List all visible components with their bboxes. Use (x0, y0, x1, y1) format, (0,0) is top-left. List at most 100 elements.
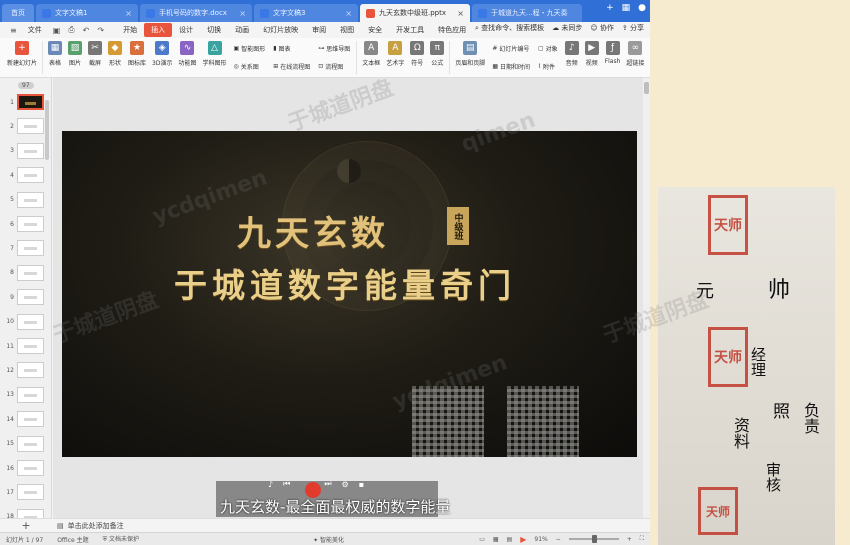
zoom-in-button[interactable]: + (627, 536, 632, 543)
menu-design[interactable]: 设计 (172, 23, 200, 37)
table-button[interactable]: ▦ 表格 (45, 38, 65, 77)
theme-name[interactable]: Office 主题 (57, 535, 88, 544)
zoom-out-button[interactable]: − (556, 536, 561, 543)
previous-icon[interactable]: ⏮ (283, 479, 290, 489)
slide-thumbnail[interactable]: 11 (4, 336, 48, 356)
menu-animation[interactable]: 动画 (228, 23, 256, 37)
subject-chart-button[interactable]: △ 学科图形 (200, 38, 230, 77)
grid-icon[interactable]: ▦ (622, 3, 631, 13)
new-slide-button[interactable]: + 新建幻灯片 (4, 38, 40, 77)
music-icon[interactable]: ♪ (268, 480, 273, 489)
close-icon[interactable]: × (345, 9, 352, 18)
mind-map-button[interactable]: ⊶ 思维导图 (318, 44, 350, 53)
function-chart-button[interactable]: ∿ 功能图 (175, 38, 199, 77)
next-icon[interactable]: ⏭ (324, 479, 331, 489)
hyperlink-button[interactable]: ∞ 超链接 (623, 38, 647, 77)
zoom-knob[interactable] (592, 535, 598, 543)
slide-thumbnail[interactable]: 17 (4, 482, 48, 502)
slide-thumbnail[interactable]: 18 (4, 507, 48, 518)
slide-thumbnail[interactable]: 14 (4, 409, 48, 429)
picture-button[interactable]: ▨ 图片 (65, 38, 85, 77)
lock-icon[interactable]: ▪ (359, 480, 364, 489)
share-button[interactable]: ⇪ 分享 (622, 23, 644, 33)
redo-icon[interactable]: ↷ (93, 26, 108, 35)
flowchart-button[interactable]: ⊡ 流程图 (318, 62, 350, 71)
slide-canvas[interactable]: 九天玄数 中级班 于城道数字能量奇门 (53, 78, 643, 518)
zoom-slider[interactable] (568, 535, 619, 543)
protect-status[interactable]: ⛨ 文档未保护 (103, 534, 139, 544)
menu-review[interactable]: 审阅 (305, 23, 333, 37)
slide-title[interactable]: 九天玄数 (237, 206, 389, 255)
menu-insert[interactable]: 插入 (144, 23, 173, 37)
search-command[interactable]: ⌕ 查找命令、搜索模板 (475, 23, 544, 33)
formula-button[interactable]: π 公式 (427, 38, 447, 77)
slide-thumbnail[interactable]: 15 (4, 434, 48, 454)
audio-button[interactable]: ♪ 音频 (562, 38, 582, 77)
slide-thumbnail[interactable]: 2 (4, 116, 48, 136)
tab-doc-3[interactable]: 文字文稿3 × (254, 4, 358, 22)
save-icon[interactable]: ▣ (49, 26, 65, 35)
settings-icon[interactable]: ⚙ (342, 480, 349, 489)
close-icon[interactable]: × (125, 9, 132, 18)
reading-view-icon[interactable]: ▤ (507, 536, 513, 543)
normal-view-icon[interactable]: ▭ (479, 536, 485, 543)
close-icon[interactable]: × (457, 9, 464, 18)
video-button[interactable]: ▶ 视频 (582, 38, 602, 77)
slide-subtitle[interactable]: 于城道数字能量奇门 (174, 259, 516, 307)
play-button[interactable]: ▶ (520, 535, 526, 544)
tab-doc-5[interactable]: 于城道九天...程・九天奏 (472, 4, 582, 22)
print-icon[interactable]: ⎙ (64, 25, 78, 35)
slide-thumbnail[interactable]: 4 (4, 165, 48, 185)
chart-button[interactable]: ▮ 图表 (273, 44, 310, 53)
slide-badge[interactable]: 中级班 (447, 207, 469, 245)
icon-library-button[interactable]: ★ 图标库 (125, 38, 149, 77)
avatar[interactable]: ● (638, 3, 646, 13)
sync-status[interactable]: ☁ 未同步 (552, 23, 582, 33)
slide-thumbnail[interactable]: 16 (4, 458, 48, 478)
shape-button[interactable]: ◆ 形状 (105, 38, 125, 77)
add-tab-icon[interactable]: + (606, 3, 614, 13)
online-flow-button[interactable]: ⊞ 在线流程图 (273, 62, 310, 71)
tab-home[interactable]: 首页 (2, 4, 34, 22)
tab-pptx-active[interactable]: 九天玄数中级班.pptx × (360, 4, 470, 22)
header-footer-button[interactable]: ▤ 页眉和页脚 (452, 38, 488, 77)
slide-thumbnail[interactable]: 5 (4, 190, 48, 210)
symbol-button[interactable]: Ω 符号 (407, 38, 427, 77)
scroll-thumb[interactable] (644, 82, 649, 94)
add-slide-button[interactable]: + (0, 518, 52, 532)
menu-file[interactable]: 文件 (21, 23, 49, 37)
undo-icon[interactable]: ↶ (79, 26, 94, 35)
slide-thumbnail[interactable]: 9 (4, 287, 48, 307)
collab-button[interactable]: ☺ 协作 (590, 23, 614, 33)
art-text-button[interactable]: A 艺术字 (383, 38, 407, 77)
notes-bar[interactable]: ▤ 单击此处添加备注 (53, 518, 650, 532)
menu-view[interactable]: 视图 (333, 23, 361, 37)
object-button[interactable]: ▢ 对象 (538, 44, 558, 53)
slide-thumbnail[interactable]: 10 (4, 312, 48, 332)
thumbnail-scrollbar[interactable] (45, 100, 49, 160)
datetime-button[interactable]: ▦ 日期和时间 (492, 62, 530, 71)
slide-thumbnail[interactable]: 12 (4, 360, 48, 380)
menu-developer[interactable]: 开发工具 (389, 23, 431, 37)
slide-thumbnail[interactable]: 13 (4, 385, 48, 405)
relation-button[interactable]: ◎ 关系图 (234, 62, 266, 71)
menu-slideshow[interactable]: 幻灯片放映 (256, 23, 305, 37)
slide-1[interactable]: 九天玄数 中级班 于城道数字能量奇门 (62, 131, 637, 457)
menu-security[interactable]: 安全 (361, 23, 389, 37)
canvas-scrollbar[interactable] (643, 78, 650, 518)
smart-beautify-button[interactable]: ✦ 智能美化 (313, 535, 344, 544)
sorter-view-icon[interactable]: ▦ (493, 536, 499, 543)
menu-home[interactable]: 开始 (116, 23, 144, 37)
textbox-button[interactable]: A 文本框 (359, 38, 383, 77)
tab-doc-2[interactable]: 手机号码的数字.docx × (140, 4, 252, 22)
attachment-button[interactable]: ⌇ 附件 (538, 62, 558, 71)
slide-thumbnail[interactable]: 3 (4, 141, 48, 161)
screenshot-button[interactable]: ✂ 截屏 (85, 38, 105, 77)
slide-number-button[interactable]: # 幻灯片编号 (492, 44, 530, 53)
slide-thumbnail[interactable]: 6 (4, 214, 48, 234)
fit-window-icon[interactable]: ⛶ (640, 535, 644, 543)
slide-thumbnail[interactable]: 7 (4, 238, 48, 258)
3d-button[interactable]: ◈ 3D演示 (149, 38, 175, 77)
slide-thumbnail[interactable]: 1 (4, 92, 48, 112)
flash-button[interactable]: ƒ Flash (602, 38, 624, 77)
